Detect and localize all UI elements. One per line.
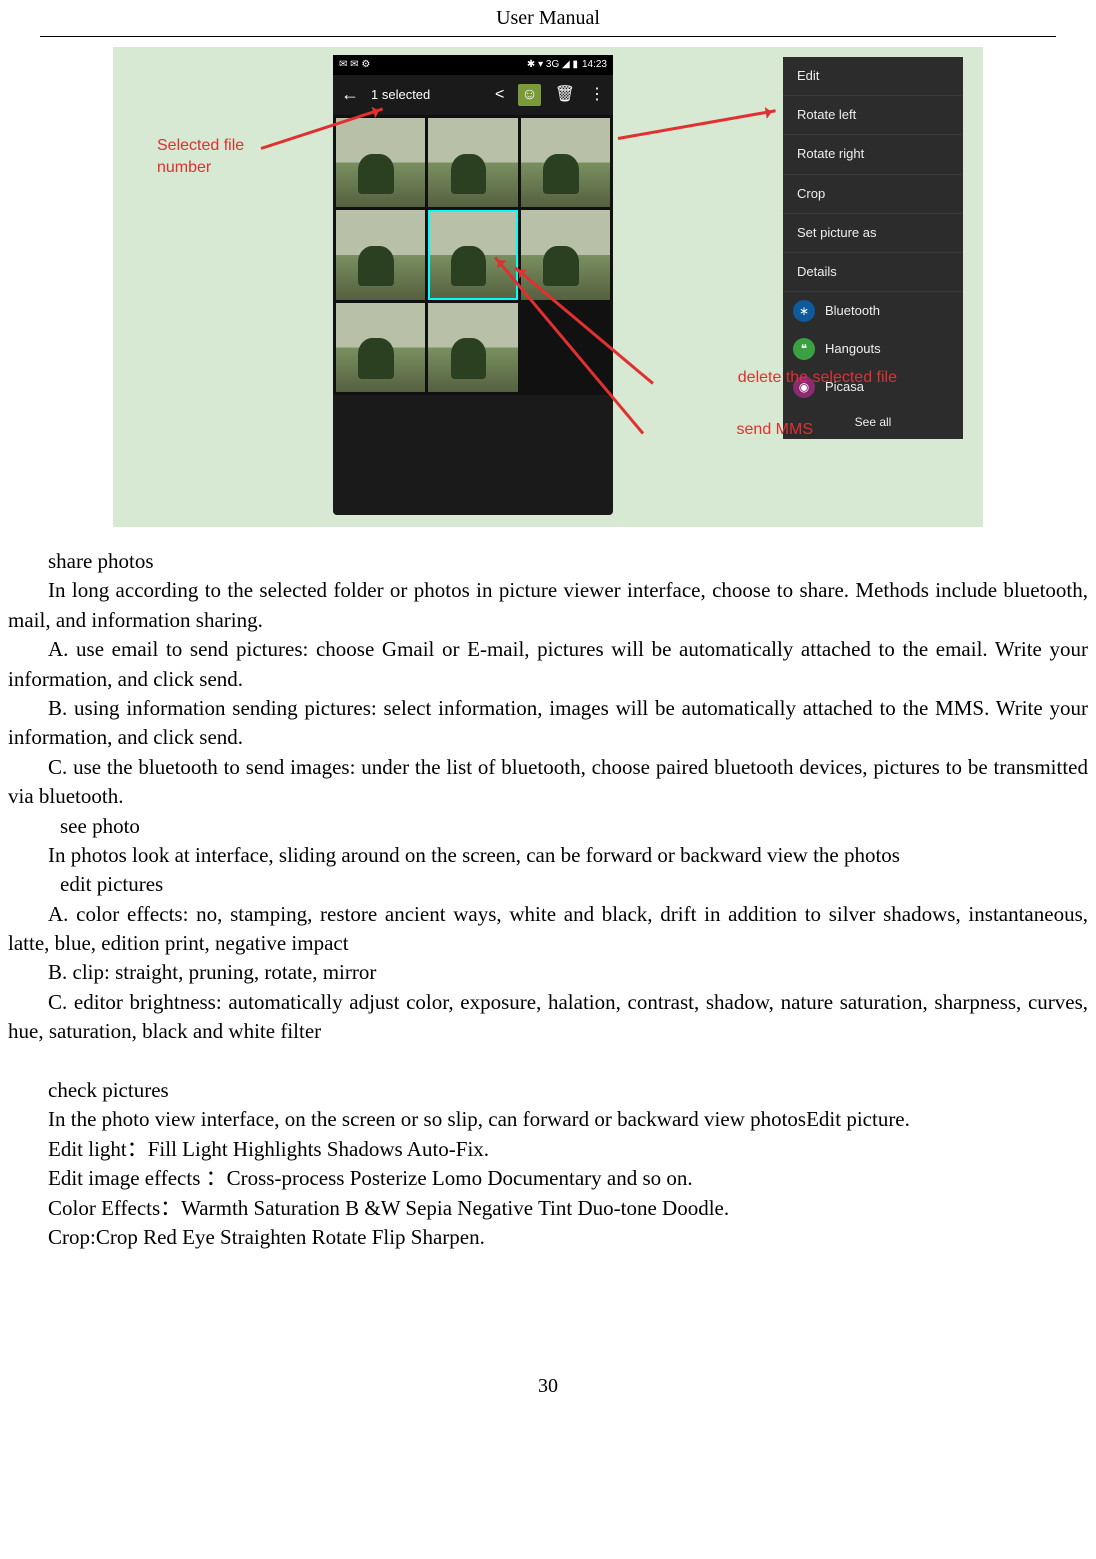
p-edit-light: Edit light：Fill Light Highlights Shadows…	[8, 1135, 1088, 1164]
menu-details[interactable]: Details	[783, 253, 963, 292]
gallery-thumb[interactable]	[336, 210, 425, 299]
menu-rotate-left[interactable]: Rotate left	[783, 96, 963, 135]
page-number: 30	[0, 1372, 1096, 1400]
p-see-desc: In photos look at interface, sliding aro…	[8, 841, 1088, 870]
more-icon[interactable]: ⋮	[589, 84, 605, 106]
p-email: A. use email to send pictures: choose Gm…	[8, 635, 1088, 694]
p-mms: B. using information sending pictures: s…	[8, 694, 1088, 753]
annotation-selected-file: Selected file number	[157, 135, 257, 180]
delete-icon[interactable]: 🗑	[555, 84, 575, 106]
gallery-thumb[interactable]	[428, 118, 517, 207]
menu-edit[interactable]: Edit	[783, 57, 963, 96]
p-check-pictures: check pictures	[8, 1076, 1088, 1105]
signal-icons: ✱ ▾ 3G ◢ ▮	[527, 58, 578, 72]
clock: 14:23	[582, 58, 607, 72]
status-left-icons: ✉ ✉ ⚙	[339, 58, 370, 72]
p-bluetooth: C. use the bluetooth to send images: und…	[8, 753, 1088, 812]
gallery-thumb[interactable]	[428, 303, 517, 392]
menu-crop[interactable]: Crop	[783, 175, 963, 214]
gallery-thumb-selected[interactable]	[428, 210, 517, 299]
mms-icon[interactable]: ☺	[518, 84, 540, 106]
annotation-delete: delete the selected file	[738, 367, 897, 389]
gallery-thumb[interactable]	[336, 303, 425, 392]
p-crop: Crop:Crop Red Eye Straighten Rotate Flip…	[8, 1223, 1088, 1252]
hangouts-icon: ❝	[793, 338, 815, 360]
screenshot-figure: ✉ ✉ ⚙ ✱ ▾ 3G ◢ ▮ 14:23 ← 1 selected < ☺ …	[113, 47, 983, 527]
body-content: share photos In long according to the se…	[0, 547, 1096, 1252]
page-header: User Manual	[40, 0, 1056, 37]
gallery-grid	[333, 115, 613, 395]
p-edit-effects: Edit image effects ：Cross-process Poster…	[8, 1164, 1088, 1193]
bluetooth-label: Bluetooth	[825, 302, 880, 320]
p-edit-pictures: edit pictures	[8, 870, 1088, 899]
annotation-send-mms: send MMS	[737, 419, 813, 441]
hangouts-label: Hangouts	[825, 340, 881, 358]
status-bar: ✉ ✉ ⚙ ✱ ▾ 3G ◢ ▮ 14:23	[333, 55, 613, 75]
share-hangouts[interactable]: ❝ Hangouts	[783, 330, 963, 368]
selection-count: 1 selected	[371, 86, 483, 104]
gallery-thumb[interactable]	[336, 118, 425, 207]
p-brightness: C. editor brightness: automatically adju…	[8, 988, 1088, 1047]
header-title: User Manual	[496, 7, 600, 29]
share-icon[interactable]: <	[495, 84, 504, 106]
gallery-thumb[interactable]	[521, 118, 610, 207]
bluetooth-icon: ∗	[793, 300, 815, 322]
share-bluetooth[interactable]: ∗ Bluetooth	[783, 292, 963, 330]
arrow-to-menu	[618, 109, 776, 140]
phone-mockup: ✉ ✉ ⚙ ✱ ▾ 3G ◢ ▮ 14:23 ← 1 selected < ☺ …	[333, 55, 613, 515]
back-icon[interactable]: ←	[341, 82, 359, 107]
p-share-photos: share photos	[8, 547, 1088, 576]
p-color-effects: A. color effects: no, stamping, restore …	[8, 900, 1088, 959]
p-share-desc: In long according to the selected folder…	[8, 576, 1088, 635]
p-color-effects2: Color Effects：Warmth Saturation B &W Sep…	[8, 1194, 1088, 1223]
p-see-photo: see photo	[8, 812, 1088, 841]
p-check-desc: In the photo view interface, on the scre…	[8, 1105, 1088, 1134]
p-clip: B. clip: straight, pruning, rotate, mirr…	[8, 958, 1088, 987]
menu-set-picture-as[interactable]: Set picture as	[783, 214, 963, 253]
status-right: ✱ ▾ 3G ◢ ▮ 14:23	[527, 58, 607, 72]
menu-rotate-right[interactable]: Rotate right	[783, 135, 963, 174]
